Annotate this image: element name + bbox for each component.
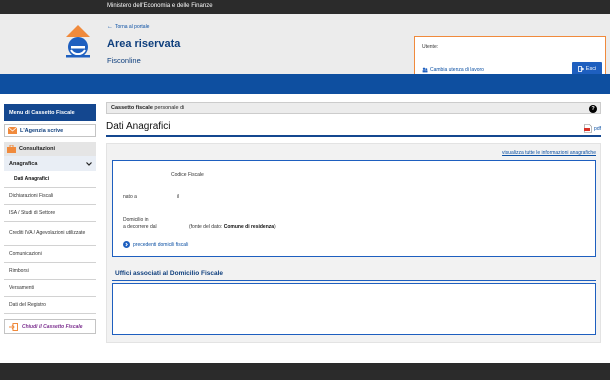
sidebar-item-label: ISA / Studi di Settore — [9, 210, 56, 216]
header: ← Torna al portale Area riservata Fisconl… — [0, 14, 610, 82]
ministry-name: Ministero dell'Economia e delle Finanze — [107, 3, 213, 9]
page-area-title: Area riservata — [107, 38, 181, 50]
agenzia-entrate-logo — [66, 25, 90, 58]
fonte-source: Comune di residenza — [223, 224, 275, 230]
sidebar-item-versamenti[interactable]: Versamenti — [4, 280, 96, 297]
codice-fiscale-label: Codice Fiscale — [171, 172, 204, 178]
sidebar-item-dati-registro[interactable]: Dati del Registro — [4, 297, 96, 314]
dati-card: Codice Fiscale nato a il Domicilio in a … — [112, 160, 596, 257]
close-cassetto-button[interactable]: Chiudi il Cassetto Fiscale — [4, 319, 96, 334]
user-label: Utente: — [422, 44, 439, 50]
sidebar-item-label: Crediti IVA / Agevolazioni utilizzate — [9, 230, 86, 237]
fonte-dato: (fonte del dato: Comune di residenza) — [189, 224, 276, 230]
sidebar-item-label: Dichiarazioni Fiscali — [9, 193, 54, 199]
cassetto-title: Cassetto fiscale — [111, 105, 153, 111]
sidebar-item-label: Versamenti — [9, 285, 35, 291]
cassetto-header-bar: Cassetto fiscale personale di ? — [106, 102, 601, 114]
brand-bar — [0, 74, 610, 94]
change-user-label: Cambia utenza di lavoro — [430, 67, 484, 73]
sidebar-item-label: Dati del Registro — [9, 302, 46, 308]
envelope-icon — [8, 127, 17, 134]
domicilio-label: Domicilio in — [123, 217, 149, 223]
uffici-card — [112, 283, 596, 335]
sidebar-item-isa[interactable]: ISA / Studi di Settore — [4, 205, 96, 222]
sidebar: Menu di Cassetto Fiscale L'Agenzia scriv… — [4, 104, 96, 334]
sidebar-item-dati-anagrafici[interactable]: Dati Anagrafici — [4, 171, 96, 188]
fonte-suffix: ) — [274, 224, 276, 230]
il-label: il — [177, 194, 180, 200]
pdf-download-link[interactable]: pdf — [584, 124, 601, 133]
sidebar-menu-title: Menu di Cassetto Fiscale — [4, 104, 96, 121]
arrow-left-icon: ← — [107, 24, 113, 30]
page-title-row: Dati Anagrafici pdf — [106, 117, 601, 137]
nato-a-label: nato a — [123, 194, 137, 200]
sidebar-item-comunicazioni[interactable]: Comunicazioni — [4, 246, 96, 263]
anagrafica-label: Anagrafica — [9, 160, 38, 167]
consult-label: Consultazioni — [19, 146, 56, 152]
pdf-label: pdf — [594, 125, 601, 132]
exit-label: Esci — [585, 65, 597, 72]
back-to-portal-link[interactable]: ← Torna al portale — [107, 24, 149, 30]
uffici-heading: Uffici associati al Domicilio Fiscale — [115, 270, 224, 277]
change-user-link[interactable]: Cambia utenza di lavoro — [422, 67, 484, 73]
back-link-label: Torna al portale — [115, 24, 150, 30]
footer — [0, 363, 610, 380]
sidebar-item-dichiarazioni[interactable]: Dichiarazioni Fiscali — [4, 188, 96, 205]
chevron-down-icon — [86, 161, 92, 166]
previous-domicili-label: precedenti domicili fiscali — [133, 241, 189, 248]
sidebar-group-anagrafica[interactable]: Anagrafica — [4, 156, 96, 171]
logout-icon — [577, 65, 584, 72]
briefcase-icon — [7, 145, 16, 153]
sidebar-item-crediti-iva[interactable]: Crediti IVA / Agevolazioni utilizzate — [4, 222, 96, 246]
exit-door-icon — [9, 322, 18, 331]
decorrenza-label: a decorrere dal — [123, 224, 157, 230]
show-all-info-link[interactable]: visualizza tutte le informazioni anagraf… — [502, 150, 596, 156]
sidebar-item-label: Rimborsi — [9, 268, 29, 274]
page-area-subtitle: Fisconline — [107, 56, 141, 65]
pdf-icon — [584, 124, 592, 133]
close-cassetto-label: Chiudi il Cassetto Fiscale — [22, 323, 83, 330]
users-icon — [422, 67, 428, 73]
sidebar-item-agency-writes[interactable]: L'Agenzia scrive — [4, 124, 96, 137]
sidebar-item-label: Dati Anagrafici — [14, 176, 50, 182]
sidebar-item-label: Comunicazioni — [9, 251, 42, 257]
ministry-topbar: Ministero dell'Economia e delle Finanze — [0, 0, 610, 14]
arrow-circle-icon — [123, 241, 130, 248]
page-title: Dati Anagrafici — [106, 121, 171, 132]
sidebar-section-consultazioni[interactable]: Consultazioni — [4, 142, 96, 156]
anagrafica-panel: visualizza tutte le informazioni anagraf… — [106, 143, 601, 343]
agency-label: L'Agenzia scrive — [20, 127, 64, 134]
previous-domicili-link[interactable]: precedenti domicili fiscali — [123, 241, 188, 248]
sidebar-item-rimborsi[interactable]: Rimborsi — [4, 263, 96, 280]
cassetto-owner-label: personale di — [154, 105, 185, 111]
uffici-divider — [112, 280, 596, 281]
help-icon[interactable]: ? — [589, 104, 597, 113]
main-content: Cassetto fiscale personale di ? Dati Ana… — [106, 102, 601, 343]
fonte-prefix: (fonte del dato: — [189, 224, 223, 230]
